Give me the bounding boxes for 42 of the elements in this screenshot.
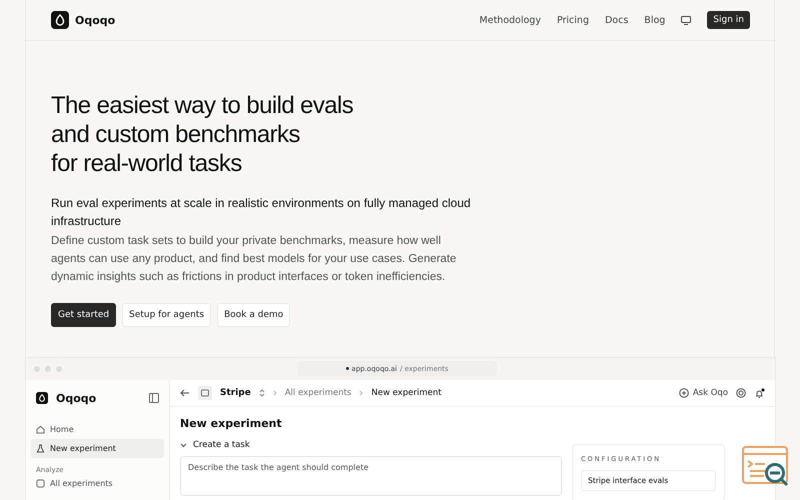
workspace-selector[interactable]: Stripe bbox=[220, 388, 251, 398]
monitor-icon[interactable] bbox=[681, 16, 692, 24]
brand-name[interactable]: Oqoqo bbox=[75, 14, 116, 26]
section-toggle[interactable]: Create a task bbox=[180, 440, 562, 450]
sign-in-button[interactable]: Sign in bbox=[707, 11, 750, 29]
help-icon[interactable] bbox=[736, 388, 746, 398]
chevron-updown-icon[interactable] bbox=[258, 389, 265, 397]
chevron-icon bbox=[272, 390, 277, 396]
bell-icon[interactable] bbox=[754, 388, 765, 398]
square-icon bbox=[36, 479, 45, 488]
app-brand: Oqoqo bbox=[56, 392, 98, 404]
window-dots-icon bbox=[34, 366, 62, 372]
cta-button[interactable]: Setup for agents bbox=[122, 303, 212, 327]
hero-subtitle: Run eval experiments at scale in realistic environments on fully managed cloud infrastructure bbox=[51, 195, 471, 230]
sidebar-item[interactable]: All experiments bbox=[31, 474, 164, 493]
breadcrumb-link[interactable]: All experiments bbox=[284, 388, 352, 398]
plus-circle-icon bbox=[678, 388, 689, 398]
back-arrow-icon[interactable] bbox=[180, 389, 190, 397]
sidebar-item-label: All experiments bbox=[50, 479, 113, 488]
sidebar-item-label: Home bbox=[50, 425, 74, 434]
logo-icon bbox=[36, 392, 48, 404]
cta-button[interactable]: Get started bbox=[51, 303, 116, 327]
breadcrumb-link[interactable]: New experiment bbox=[371, 388, 442, 398]
nav-link[interactable]: Docs bbox=[604, 14, 628, 26]
sidebar-item-label: New experiment bbox=[50, 444, 116, 453]
hero-description: Define custom task sets to build your private benchmarks, measure how well agents can use any product, and find best models for your use cases. Generate dynamic insights such as frictions in product interfaces or token inefficiencies. bbox=[51, 234, 458, 285]
cta-button[interactable]: Book a demo bbox=[217, 303, 290, 327]
chevron-icon bbox=[359, 390, 364, 396]
hero-title: The easiest way to build evals and custom benchmarks for real-world tasks bbox=[51, 91, 354, 178]
nav-link[interactable]: Pricing bbox=[556, 14, 589, 26]
ask-button[interactable]: Ask Oqo bbox=[678, 388, 728, 398]
sidebar-item[interactable]: New experiment bbox=[31, 439, 164, 458]
task-input-field[interactable]: Describe the task the agent should complete bbox=[180, 456, 562, 496]
home-icon bbox=[36, 425, 45, 434]
nav-link[interactable]: Methodology bbox=[479, 14, 541, 26]
chevron-down-icon bbox=[180, 442, 187, 448]
logo-icon bbox=[51, 11, 69, 29]
flask-icon bbox=[36, 444, 45, 453]
nav-link[interactable]: Blog bbox=[644, 14, 666, 26]
sidebar-toggle-icon[interactable] bbox=[149, 393, 159, 403]
page-heading: New experiment bbox=[180, 417, 283, 430]
sidebar-item[interactable]: Home bbox=[31, 420, 164, 439]
